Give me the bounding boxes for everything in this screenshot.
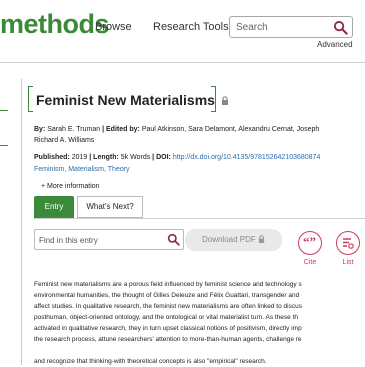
keywords[interactable]: Feminism, Materialism, Theory [34, 166, 130, 173]
site-search [229, 16, 353, 38]
download-pdf-label: Download PDF [201, 235, 256, 244]
paragraph-line: Feminist new materialisms are a porous f… [34, 281, 302, 288]
more-information-link[interactable]: + More information [41, 183, 100, 190]
find-in-entry-input[interactable] [39, 233, 159, 247]
list-icon [343, 238, 354, 249]
search-icon[interactable] [333, 20, 348, 35]
doi-link[interactable]: http://dx.doi.org/10.4135/97815264210368… [173, 154, 321, 161]
cite-label[interactable]: Cite [295, 259, 325, 266]
cite-button[interactable]: “” [298, 231, 322, 255]
by-label: By: [34, 126, 46, 133]
left-sidebar [0, 79, 22, 365]
list-button[interactable] [336, 231, 360, 255]
edited-label: | Edited by: [102, 126, 140, 133]
sidebar-marker [0, 110, 8, 111]
paragraph-line: and recognize that thinking-with theoret… [34, 358, 267, 365]
nav-research-tools[interactable]: Research Tools [153, 21, 229, 33]
lock-icon [258, 235, 265, 243]
paragraph-line: posthuman, object-oriented ontology, and… [34, 314, 299, 321]
download-pdf-button[interactable]: Download PDF [185, 229, 282, 251]
title-bracket-left [28, 86, 33, 112]
editors: Paul Atkinson, Sara Delamont, Alexandru … [141, 126, 320, 133]
tab-divider [34, 218, 365, 219]
length-value: 5k Words [120, 154, 151, 161]
length-label: | Length: [89, 154, 119, 161]
paragraph-line: the research process, attune researchers… [34, 336, 302, 343]
editors-line-2: Richard A. Williams [34, 137, 95, 144]
site-logo[interactable]: methods [0, 9, 110, 40]
published-value: 2019 [71, 154, 88, 161]
find-in-entry [34, 229, 184, 250]
quote-icon: “” [303, 234, 316, 249]
tab-entry[interactable]: Entry [34, 196, 74, 218]
list-label[interactable]: List [333, 259, 363, 266]
paragraph-line: activated in qualitative research, they … [34, 325, 302, 332]
entry-title-text: Feminist New Materialisms [36, 92, 215, 108]
publication-info: Published: 2019 | Length: 5k Words | DOI… [34, 152, 320, 163]
tab-whats-next[interactable]: What's Next? [77, 196, 143, 218]
header-divider [0, 62, 365, 63]
lock-icon [221, 96, 228, 105]
paragraph-line: environmental humanities, the thought of… [34, 292, 300, 299]
paragraph-line: affect studies. In qualitative research,… [34, 303, 302, 310]
sidebar-marker [0, 145, 8, 146]
search-icon[interactable] [167, 233, 180, 246]
entry-title: Feminist New Materialisms [36, 92, 229, 108]
byline: By: Sarah E. Truman | Edited by: Paul At… [34, 124, 319, 135]
published-label: Published: [34, 154, 70, 161]
advanced-search-link[interactable]: Advanced [317, 40, 353, 49]
author[interactable]: Sarah E. Truman [47, 126, 100, 133]
svg-text:“”: “” [303, 234, 316, 249]
nav-browse[interactable]: Browse [95, 21, 132, 33]
doi-label: | DOI: [152, 154, 171, 161]
site-header: methods Browse Research Tools Advanced [0, 0, 365, 62]
search-input[interactable] [236, 20, 332, 34]
